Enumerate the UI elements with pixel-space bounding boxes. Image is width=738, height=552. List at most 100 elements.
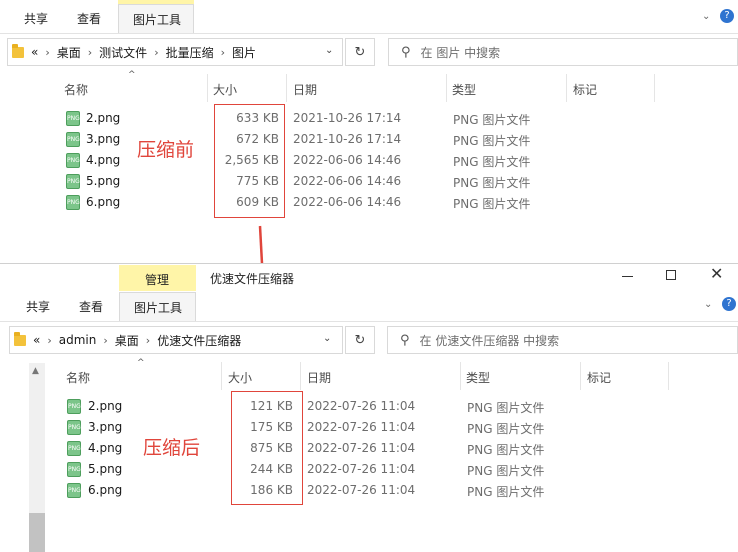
chevron-right-icon: › [145,333,151,347]
bottom-search-box[interactable]: ⚲ 在 优速文件压缩器 中搜索 [387,326,738,354]
sort-ascending-icon: ^ [128,70,136,80]
chevron-right-icon: › [103,333,108,347]
top-col-date[interactable]: 日期 [293,81,317,98]
file-name[interactable]: 5.png [88,462,122,476]
col-divider [286,74,287,102]
file-name[interactable]: 3.png [88,420,122,434]
bottom-col-date[interactable]: 日期 [307,369,331,386]
folder-icon [12,43,24,58]
file-date: 2022-07-26 11:04 [307,399,416,413]
png-file-icon: PNG [66,153,80,168]
png-file-icon: PNG [66,132,80,147]
file-name[interactable]: 4.png [88,441,122,455]
address-dropdown-icon[interactable]: ⌄ [323,333,331,344]
top-search-placeholder: 在 图片 中搜索 [420,45,501,60]
png-file-icon: PNG [67,483,81,498]
top-ribbon-divider [0,33,738,34]
top-col-type[interactable]: 类型 [452,81,476,98]
col-divider [207,74,208,102]
after-compress-label: 压缩后 [143,437,201,459]
col-divider [300,362,301,390]
top-search-box[interactable]: ⚲ 在 图片 中搜索 [388,38,738,66]
top-refresh-button[interactable]: ↻ [345,38,375,66]
chevron-right-icon: › [47,333,52,347]
file-name[interactable]: 2.png [88,399,122,413]
after-size-highlight [231,391,303,505]
file-type: PNG 图片文件 [467,443,545,457]
file-name[interactable]: 3.png [86,132,120,146]
file-date: 2022-07-26 11:04 [307,462,416,476]
breadcrumb-pictures[interactable]: 图片 [232,44,256,61]
bottom-refresh-button[interactable]: ↻ [345,326,375,354]
file-name[interactable]: 6.png [88,483,122,497]
file-type: PNG 图片文件 [453,197,531,211]
folder-icon [14,331,26,346]
bottom-tab-picture-tools[interactable]: 图片工具 [119,292,196,322]
file-date: 2022-07-26 11:04 [307,483,416,497]
file-name[interactable]: 6.png [86,195,120,209]
png-file-icon: PNG [66,174,80,189]
png-file-icon: PNG [67,441,81,456]
file-type: PNG 图片文件 [467,464,545,478]
top-tab-picture-tools[interactable]: 图片工具 [118,4,194,34]
bottom-col-name[interactable]: 名称 [66,369,90,386]
address-dropdown-icon[interactable]: ⌄ [325,45,333,56]
top-address-bar[interactable]: « › 桌面 › 测试文件 › 批量压缩 › 图片 ⌄ [7,38,343,66]
manage-tab-label: 管理 [145,273,170,287]
breadcrumb-admin[interactable]: admin [59,333,97,347]
top-col-name[interactable]: 名称 [64,81,88,98]
bottom-tab-picture-tools-label: 图片工具 [134,301,183,315]
bottom-tab-view[interactable]: 查看 [79,298,103,315]
col-divider [221,362,222,390]
search-icon: ⚲ [400,332,410,348]
bottom-address-bar[interactable]: « › admin › 桌面 › 优速文件压缩器 ⌄ [9,326,343,354]
chevron-right-icon: › [154,45,159,59]
col-divider [460,362,461,390]
breadcrumb-batch-compress[interactable]: 批量压缩 [166,44,214,61]
breadcrumb-test-files[interactable]: 测试文件 [99,44,147,61]
top-ribbon-collapse-icon[interactable]: ⌄ [702,11,710,22]
file-date: 2022-06-06 14:46 [293,174,402,188]
file-type: PNG 图片文件 [453,113,531,127]
file-name[interactable]: 4.png [86,153,120,167]
scroll-up-icon[interactable]: ▲ [32,366,39,376]
top-col-tag[interactable]: 标记 [573,81,597,98]
file-date: 2022-06-06 14:46 [293,153,402,167]
png-file-icon: PNG [67,462,81,477]
scrollbar-thumb[interactable] [29,513,45,552]
bottom-ribbon-collapse-icon[interactable]: ⌄ [704,299,712,310]
before-size-highlight [214,104,285,218]
breadcrumb-desktop[interactable]: 桌面 [115,332,139,349]
file-date: 2022-07-26 11:04 [307,441,416,455]
bottom-ribbon-divider [0,321,738,322]
breadcrumb-overflow[interactable]: « [31,45,38,59]
file-date: 2022-07-26 11:04 [307,420,416,434]
bottom-col-type[interactable]: 类型 [466,369,490,386]
top-col-size[interactable]: 大小 [213,81,237,98]
top-tab-share[interactable]: 共享 [24,10,48,27]
file-name[interactable]: 2.png [86,111,120,125]
nav-pane-scrollbar[interactable]: ▲ [29,363,45,552]
breadcrumb-overflow[interactable]: « [33,333,40,347]
top-tab-view[interactable]: 查看 [77,10,101,27]
file-date: 2022-06-06 14:46 [293,195,402,209]
file-type: PNG 图片文件 [467,422,545,436]
search-icon: ⚲ [401,44,411,60]
breadcrumb-compressor[interactable]: 优速文件压缩器 [157,332,241,349]
bottom-help-icon[interactable]: ? [722,297,736,311]
col-divider [668,362,669,390]
file-name[interactable]: 5.png [86,174,120,188]
window-title: 优速文件压缩器 [210,272,295,286]
top-tab-picture-tools-label: 图片工具 [133,13,182,27]
top-help-icon[interactable]: ? [720,9,734,23]
bottom-col-tag[interactable]: 标记 [587,369,611,386]
minimize-icon[interactable] [622,276,633,277]
col-divider [580,362,581,390]
manage-tab[interactable]: 管理 [119,265,196,291]
png-file-icon: PNG [67,399,81,414]
close-icon[interactable]: ✕ [710,264,723,283]
bottom-col-size[interactable]: 大小 [228,369,252,386]
bottom-tab-share[interactable]: 共享 [26,298,50,315]
breadcrumb-desktop[interactable]: 桌面 [57,44,81,61]
maximize-icon[interactable] [666,270,676,280]
